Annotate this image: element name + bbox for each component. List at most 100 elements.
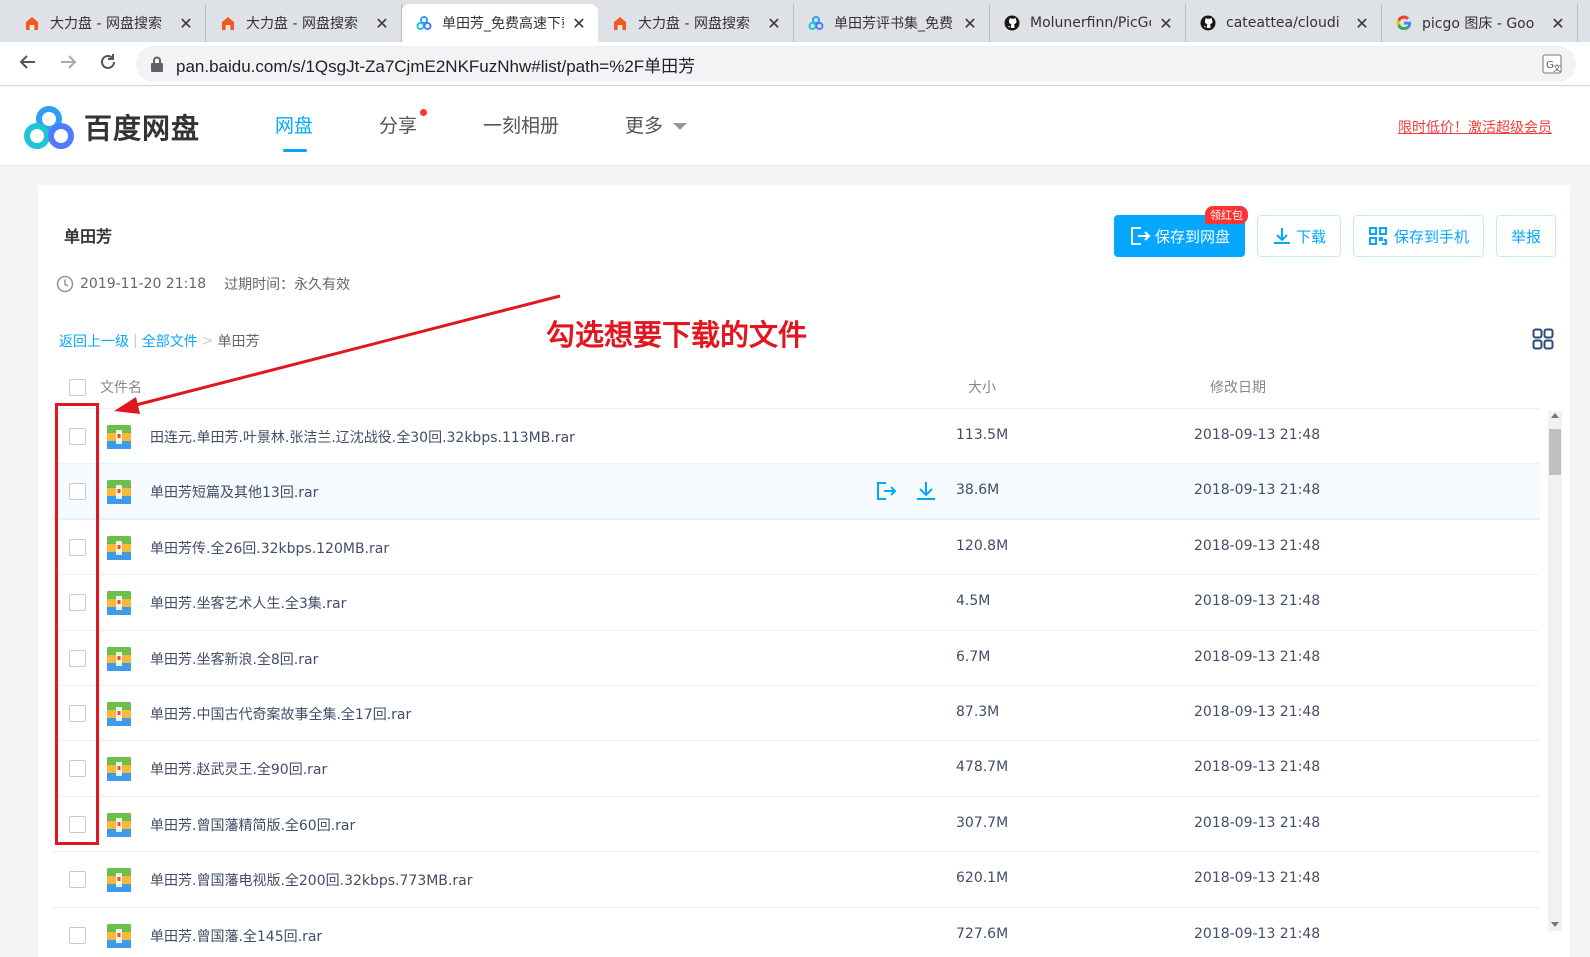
browser-tab[interactable]: 单田芳_免费高速下载 ✕: [402, 4, 598, 42]
annotation-highlight-box: [55, 403, 99, 845]
browser-tab[interactable]: 大力盘 - 网盘搜索 ✕: [10, 4, 206, 42]
reload-icon[interactable]: [88, 52, 128, 77]
scroll-thumb[interactable]: [1549, 429, 1561, 475]
download-icon[interactable]: [914, 479, 938, 503]
file-name[interactable]: 田连元.单田芳.叶景林.张洁兰.辽沈战役.全30回.32kbps.113MB.r…: [150, 427, 575, 447]
file-name[interactable]: 单田芳短篇及其他13回.rar: [150, 482, 318, 502]
file-name[interactable]: 单田芳.曾国藩精简版.全60回.rar: [150, 815, 355, 835]
download-button[interactable]: 下载: [1256, 215, 1341, 257]
file-row[interactable]: 单田芳.中国古代奇案故事全集.全17回.rar 87.3M 2018-09-13 2…: [52, 684, 1540, 740]
breadcrumb-all-files-link[interactable]: 全部文件: [142, 331, 198, 351]
address-bar[interactable]: pan.baidu.com/s/1QsgJt-Za7CjmE2NKFuzNhw#…: [136, 46, 1576, 82]
scrollbar[interactable]: [1548, 411, 1562, 931]
save-to-phone-button[interactable]: 保存到手机: [1352, 215, 1484, 257]
save-icon[interactable]: [874, 479, 898, 503]
file-size: 307.7M: [956, 814, 1009, 831]
file-name[interactable]: 单田芳.曾国藩电视版.全200回.32kbps.773MB.rar: [150, 870, 472, 890]
promo-link[interactable]: 限时低价！激活超级会员: [1398, 117, 1552, 137]
browser-tab[interactable]: picgo 图床 - Goo ✕: [1382, 4, 1578, 42]
row-actions: [874, 479, 954, 503]
file-row[interactable]: 单田芳.曾国藩.全145回.rar 727.6M 2018-09-13 21:48: [52, 906, 1540, 957]
file-row[interactable]: 田连元.单田芳.叶景林.张洁兰.辽沈战役.全30回.32kbps.113MB.r…: [52, 408, 1540, 463]
browser-tab[interactable]: 大力盘 - 网盘搜索 ✕: [206, 4, 402, 42]
scroll-down-arrow[interactable]: [1551, 922, 1559, 927]
nav-album[interactable]: 一刻相册: [483, 111, 559, 151]
rar-file-icon: [106, 812, 132, 838]
file-date: 2018-09-13 21:48: [1194, 593, 1321, 610]
file-name[interactable]: 单田芳.坐客新浪.全8回.rar: [150, 649, 318, 669]
close-icon[interactable]: ✕: [765, 14, 783, 33]
file-row[interactable]: 单田芳.赵武灵王.全90回.rar 478.7M 2018-09-13 21:48: [52, 740, 1540, 795]
share-panel: 单田芳 2019-11-20 21:18 过期时间：永久有效 保存到网盘 领红包…: [38, 185, 1570, 957]
column-header-name[interactable]: 文件名: [100, 377, 142, 397]
file-size: 727.6M: [956, 925, 1009, 942]
file-row[interactable]: 单田芳短篇及其他13回.rar 38.6M 2018-09-13 21:48: [52, 463, 1540, 519]
baidupan-favicon-icon: [416, 15, 432, 31]
nav-label: 分享: [379, 115, 418, 137]
file-name[interactable]: 单田芳.中国古代奇案故事全集.全17回.rar: [150, 704, 411, 724]
nav-netdisk[interactable]: 网盘: [275, 111, 313, 152]
nav-share[interactable]: 分享: [379, 109, 428, 151]
share-expire-time: 过期时间：永久有效: [224, 277, 351, 293]
lock-icon: [151, 56, 163, 72]
file-size: 478.7M: [956, 759, 1009, 776]
file-date: 2018-09-13 21:48: [1194, 703, 1321, 720]
tab-title: 大力盘 - 网盘搜索: [50, 16, 162, 32]
file-date: 2018-09-13 21:48: [1194, 427, 1321, 443]
rar-file-icon: [106, 923, 132, 949]
file-size: 120.8M: [956, 537, 1009, 554]
rar-file-icon: [106, 701, 132, 727]
browser-tab[interactable]: 单田芳评书集_免费 ✕: [794, 4, 990, 42]
file-size: 113.5M: [956, 427, 1009, 443]
rar-file-icon: [106, 479, 132, 505]
file-date: 2018-09-13 21:48: [1194, 648, 1321, 665]
clock-icon: [56, 275, 74, 293]
tab-title: picgo 图床 - Goo: [1422, 16, 1535, 32]
file-row[interactable]: 单田芳传.全26回.32kbps.120MB.rar 120.8M 2018-09-…: [52, 518, 1540, 574]
close-icon[interactable]: ✕: [1353, 14, 1371, 33]
nav-more[interactable]: 更多: [625, 111, 688, 151]
file-name[interactable]: 单田芳传.全26回.32kbps.120MB.rar: [150, 538, 389, 558]
save-to-netdisk-button[interactable]: 保存到网盘 领红包: [1113, 206, 1248, 257]
breadcrumb-back-link[interactable]: 返回上一级: [59, 331, 129, 351]
scroll-up-arrow[interactable]: [1551, 413, 1559, 418]
file-row[interactable]: 单田芳.曾国藩电视版.全200回.32kbps.773MB.rar 620.1M 2…: [52, 851, 1540, 906]
file-checkbox[interactable]: [69, 926, 86, 944]
forward-icon[interactable]: [48, 52, 88, 77]
download-button-label: 下载: [1295, 227, 1326, 246]
close-icon[interactable]: ✕: [373, 14, 391, 33]
select-all-checkbox[interactable]: [69, 379, 86, 396]
url-text: pan.baidu.com/s/1QsgJt-Za7CjmE2NKFuzNhw#…: [176, 56, 696, 76]
file-row[interactable]: 单田芳.坐客新浪.全8回.rar 6.7M 2018-09-13 21:48: [52, 629, 1540, 685]
column-header-size[interactable]: 大小: [968, 377, 996, 397]
close-icon[interactable]: ✕: [1549, 14, 1567, 33]
close-icon[interactable]: ✕: [1157, 14, 1175, 33]
browser-toolbar: pan.baidu.com/s/1QsgJt-Za7CjmE2NKFuzNhw#…: [0, 42, 1590, 86]
file-size: 87.3M: [956, 703, 1000, 720]
browser-tab[interactable]: cateattea/cloudi ✕: [1186, 4, 1382, 42]
translate-icon[interactable]: G文: [1542, 54, 1562, 74]
dalipan-favicon-icon: [612, 15, 628, 31]
report-button[interactable]: 举报: [1495, 215, 1556, 257]
close-icon[interactable]: ✕: [177, 14, 195, 33]
grid-view-icon[interactable]: [1532, 328, 1554, 350]
notification-dot: [420, 109, 428, 116]
back-icon[interactable]: [8, 52, 48, 77]
browser-tab[interactable]: 大力盘 - 网盘搜索 ✕: [598, 4, 794, 42]
file-row[interactable]: 单田芳.曾国藩精简版.全60回.rar 307.7M 2018-09-13 21:4…: [52, 795, 1540, 851]
tab-title: 单田芳评书集_免费: [834, 16, 953, 32]
file-name[interactable]: 单田芳.曾国藩.全145回.rar: [150, 926, 322, 946]
file-size: 620.1M: [956, 870, 1009, 887]
file-row[interactable]: 单田芳.坐客艺术人生.全3集.rar 4.5M 2018-09-13 21:48: [52, 574, 1540, 629]
close-icon[interactable]: ✕: [570, 14, 588, 33]
close-icon[interactable]: ✕: [961, 14, 979, 33]
rar-file-icon: [106, 646, 132, 672]
site-logo[interactable]: 百度网盘: [24, 105, 200, 149]
file-date: 2018-09-13 21:48: [1194, 814, 1321, 831]
tab-title: 单田芳_免费高速下载: [442, 16, 564, 32]
column-header-date[interactable]: 修改日期: [1210, 377, 1266, 397]
file-name[interactable]: 单田芳.坐客艺术人生.全3集.rar: [150, 593, 346, 613]
file-checkbox[interactable]: [69, 871, 86, 889]
file-name[interactable]: 单田芳.赵武灵王.全90回.rar: [150, 759, 327, 779]
browser-tab[interactable]: Molunerfinn/PicGo ✕: [990, 4, 1186, 42]
